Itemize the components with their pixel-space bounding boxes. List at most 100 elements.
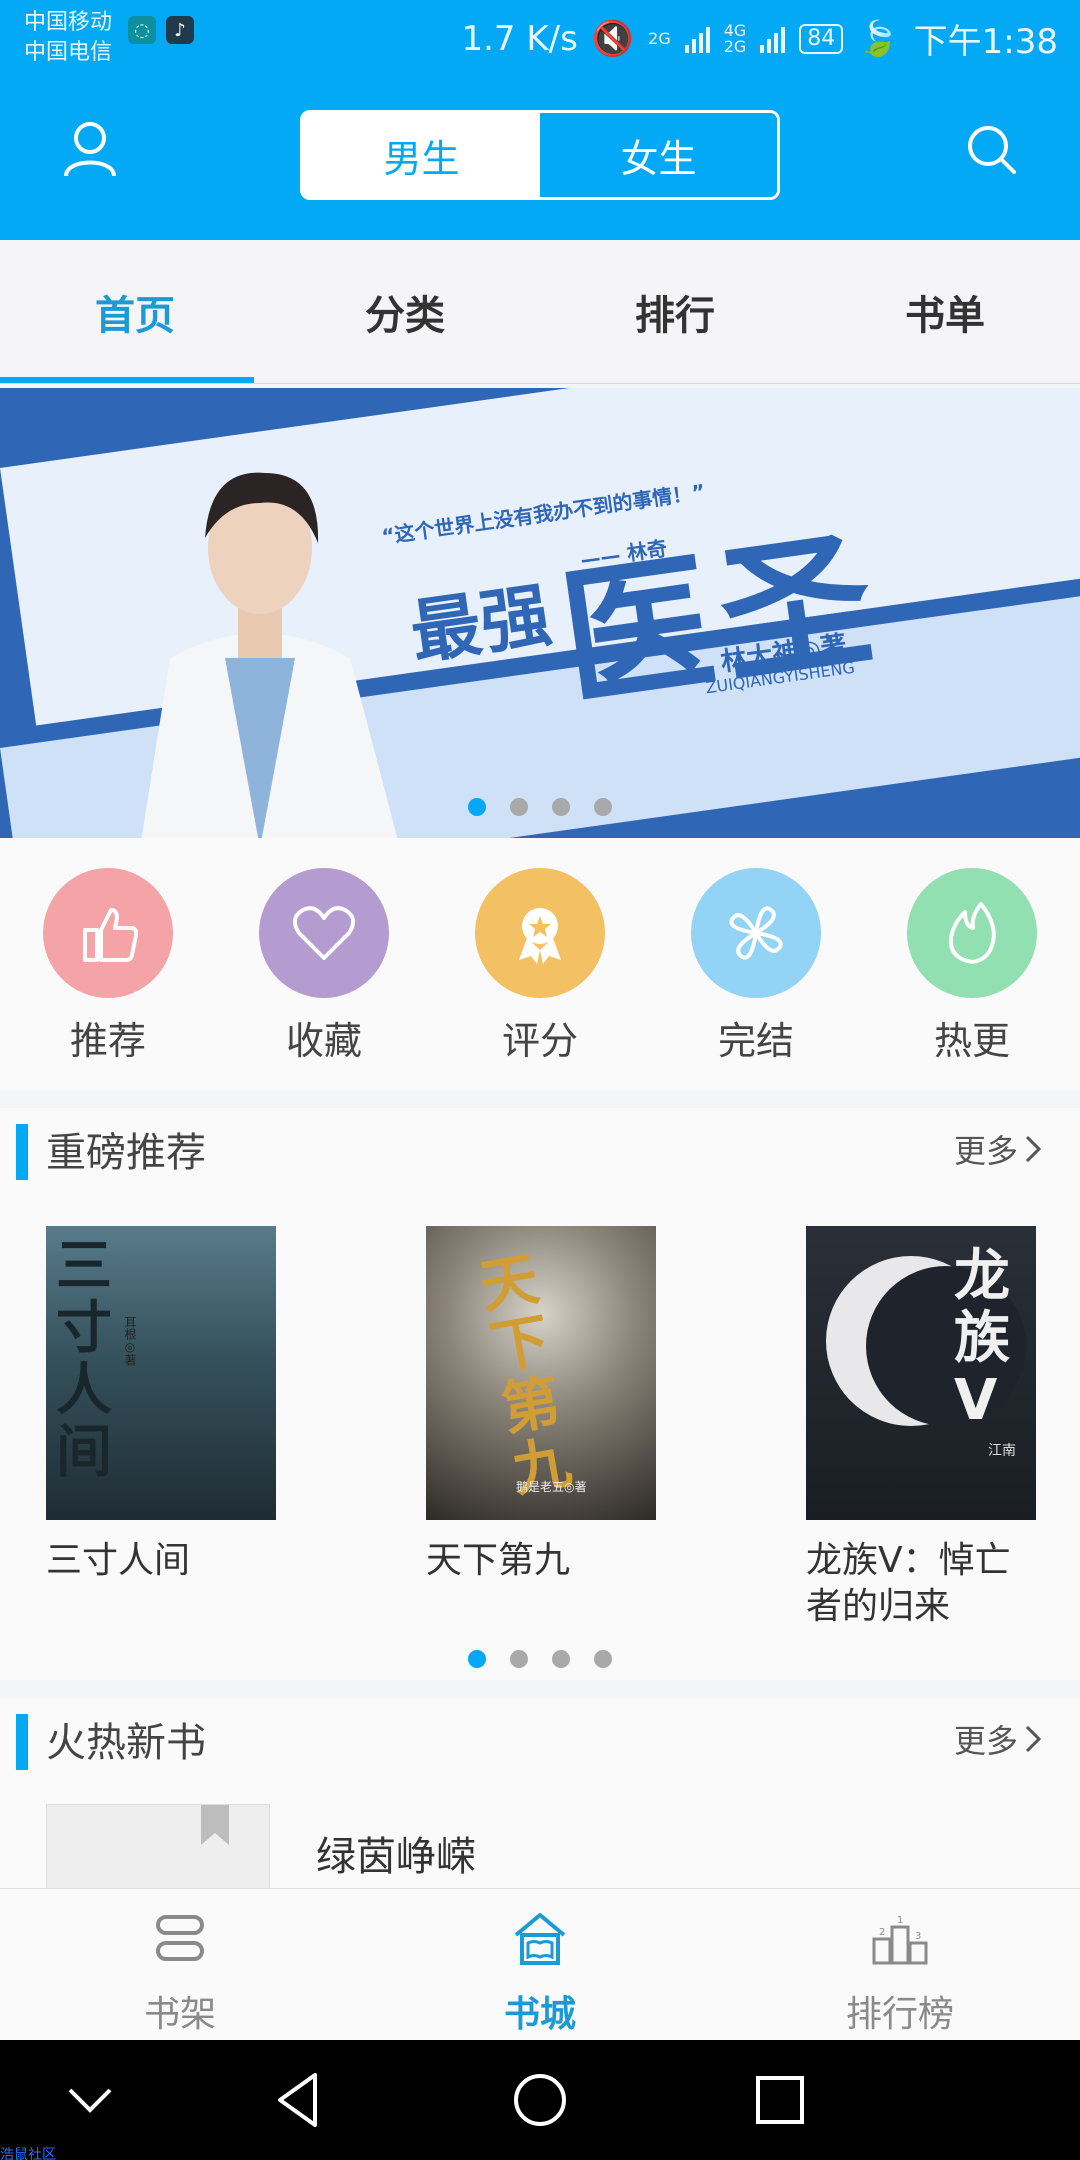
more-link[interactable]: 更多: [954, 1126, 1042, 1172]
signal-icon: [684, 25, 710, 53]
leaf-icon: 🍃: [857, 18, 900, 59]
signal-icon-2: [760, 25, 786, 53]
status-bar: 中国移动 中国电信 ◌ ♪ 1.7 K/s 🔇 2G 4G 2G 84 🍃 下午1…: [0, 0, 1080, 76]
section-header: 火热新书 更多: [0, 1698, 1080, 1778]
book-card[interactable]: 天下第九 鹅是老五◎著 天下第九: [426, 1226, 656, 1584]
recent-apps-icon[interactable]: [740, 2060, 820, 2140]
search-icon: [968, 126, 1016, 174]
quick-link-hot-updates[interactable]: 热更: [902, 868, 1042, 1065]
more-link-label: 更多: [953, 1722, 1018, 1760]
carrier-info: 中国移动 中国电信: [24, 8, 112, 68]
nav-bookshelf[interactable]: 书架: [0, 1889, 360, 2040]
notification-app-icon: ◌: [128, 16, 156, 44]
cover-author: 江南: [988, 1443, 1016, 1459]
home-icon[interactable]: [500, 2060, 580, 2140]
tab-home[interactable]: 首页: [0, 240, 270, 383]
svg-text:3: 3: [915, 1931, 921, 1942]
cover-title: 三寸人间: [56, 1234, 112, 1485]
banner-pagination: [468, 798, 612, 816]
notification-icons: ◌ ♪: [128, 16, 194, 44]
user-profile-button[interactable]: [60, 118, 120, 178]
clover-icon: [691, 868, 821, 998]
quick-link-rating[interactable]: 评分: [470, 868, 610, 1065]
network-type-1: 2G: [648, 28, 671, 48]
cover-author: 耳根◎著: [123, 1316, 137, 1366]
promo-banner[interactable]: “这个世界上没有我办不到的事情！” —— 林奇 最强 医圣 林大神◎著 ZUIQ…: [0, 388, 1080, 838]
banner-dot[interactable]: [510, 798, 528, 816]
svg-text:1: 1: [897, 1915, 903, 1926]
book-cover: 三寸人间 耳根◎著: [46, 1226, 276, 1520]
banner-dot[interactable]: [594, 798, 612, 816]
quick-link-label: 评分: [501, 1019, 578, 1063]
book-card[interactable]: 三寸人间 耳根◎著 三寸人间: [46, 1226, 276, 1584]
new-books-section: 火热新书 更多 绿茵峥嵘: [0, 1698, 1080, 1914]
quick-link-recommend[interactable]: 推荐: [38, 868, 178, 1065]
featured-pagination: [468, 1650, 612, 1668]
nav-label: 书架: [143, 1994, 216, 2035]
book-title[interactable]: 绿茵峥嵘: [316, 1824, 476, 1882]
chevron-right-icon: [1025, 1135, 1042, 1163]
back-icon[interactable]: [260, 2060, 340, 2140]
section-title: 重磅推荐: [46, 1130, 206, 1176]
svg-text:2: 2: [879, 1927, 885, 1938]
nav-bookstore[interactable]: 书城: [360, 1889, 720, 2040]
section-accent-bar: [16, 1124, 28, 1180]
banner-title-big: 医圣: [551, 511, 893, 729]
carrier-1: 中国移动: [24, 10, 113, 35]
tab-category[interactable]: 分类: [270, 240, 540, 383]
quick-link-completed[interactable]: 完结: [686, 868, 826, 1065]
cover-title: 天下第九: [474, 1244, 577, 1505]
quick-link-label: 推荐: [69, 1019, 146, 1063]
featured-dot[interactable]: [594, 1650, 612, 1668]
top-tabs: 首页 分类 排行 书单: [0, 240, 1080, 384]
nav-label: 排行榜: [845, 1994, 954, 2035]
app-header: 中国移动 中国电信 ◌ ♪ 1.7 K/s 🔇 2G 4G 2G 84 🍃 下午1…: [0, 0, 1080, 240]
status-right: 1.7 K/s 🔇 2G 4G 2G 84 🍃 下午1:38: [461, 14, 1058, 63]
tiktok-icon: ♪: [166, 16, 194, 44]
quick-link-label: 收藏: [285, 1019, 362, 1063]
chevron-down-icon[interactable]: [50, 2060, 130, 2140]
network-speed: 1.7 K/s: [461, 18, 578, 59]
thumbs-up-icon: [43, 868, 173, 998]
banner-dot[interactable]: [468, 798, 486, 816]
featured-dot[interactable]: [510, 1650, 528, 1668]
nav-ranking[interactable]: 2 1 3 排行榜: [720, 1889, 1080, 2040]
clock: 下午1:38: [913, 22, 1058, 62]
banner-character-illustration: [141, 472, 398, 838]
book-cover: 天下第九 鹅是老五◎著: [426, 1226, 656, 1520]
bookshelf-icon: [156, 1915, 204, 1961]
search-button[interactable]: [962, 120, 1022, 180]
gender-female-tab[interactable]: 女生: [540, 113, 777, 197]
quick-link-label: 完结: [717, 1019, 794, 1063]
cover-author: 鹅是老五◎著: [516, 1480, 587, 1494]
quick-links: 推荐 收藏 评分 完结 热更: [0, 838, 1080, 1090]
book-title: 天下第九: [426, 1540, 571, 1581]
book-card[interactable]: 龙族V 江南 龙族V：悼亡者的归来: [806, 1226, 1036, 1630]
carrier-2: 中国电信: [24, 40, 113, 65]
flame-icon: [907, 868, 1037, 998]
tab-booklist[interactable]: 书单: [810, 240, 1080, 383]
book-cover: 龙族V 江南: [806, 1226, 1036, 1520]
mute-icon: 🔇: [591, 18, 635, 59]
user-icon: [64, 122, 116, 177]
award-icon: [475, 868, 605, 998]
featured-dot[interactable]: [552, 1650, 570, 1668]
banner-title-small: 最强: [405, 573, 556, 675]
book-title: 三寸人间: [46, 1540, 191, 1581]
quick-link-favorites[interactable]: 收藏: [254, 868, 394, 1065]
more-link-label: 更多: [953, 1132, 1018, 1170]
ranking-podium-icon: 2 1 3: [872, 1915, 928, 1965]
bookmark-icon: [201, 1805, 229, 1845]
watermark: 浩鼠社区: [0, 2147, 56, 2160]
banner-dot[interactable]: [552, 798, 570, 816]
network-type-2: 4G 2G: [723, 20, 747, 56]
section-header: 重磅推荐 更多: [0, 1108, 1080, 1188]
tab-ranking[interactable]: 排行: [540, 240, 810, 383]
cover-title: 龙族V: [954, 1244, 1010, 1433]
bottom-navigation: 书架 书城 2 1 3 排行榜: [0, 1888, 1080, 2040]
featured-dot[interactable]: [468, 1650, 486, 1668]
more-link[interactable]: 更多: [954, 1716, 1042, 1762]
gender-male-tab[interactable]: 男生: [303, 113, 540, 197]
chevron-right-icon: [1025, 1725, 1042, 1753]
heart-icon: [259, 868, 389, 998]
